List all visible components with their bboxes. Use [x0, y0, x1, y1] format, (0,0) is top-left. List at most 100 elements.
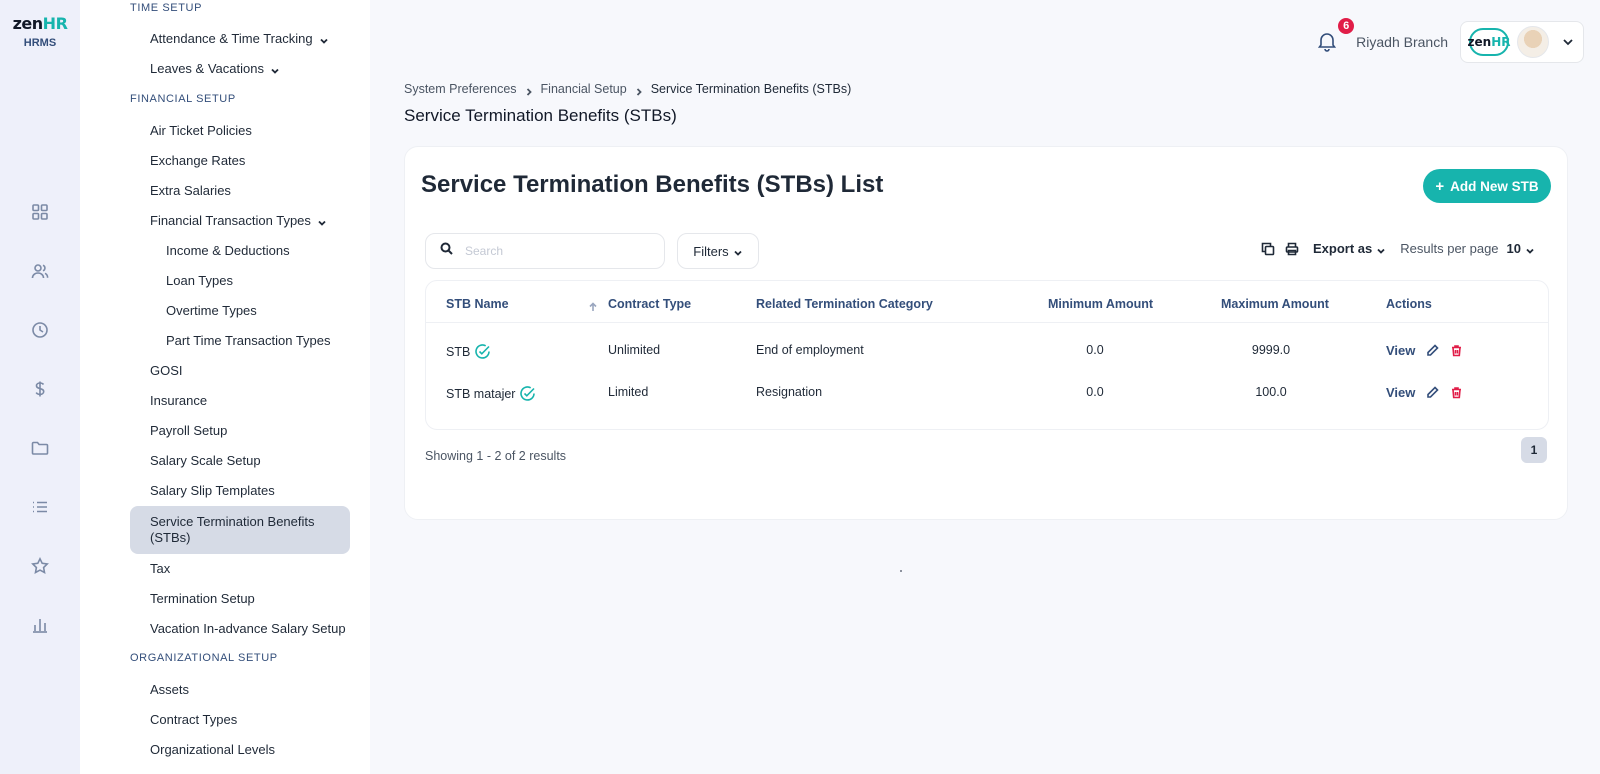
column-header-minimum-amount: Minimum Amount — [1048, 297, 1154, 311]
list-icon[interactable] — [30, 497, 50, 517]
check-circle-icon — [474, 343, 491, 360]
view-link[interactable]: View — [1386, 343, 1415, 358]
cell-maximum-amount: 9999.0 — [1251, 343, 1291, 357]
cell-maximum-amount: 100.0 — [1255, 385, 1287, 399]
notification-bell-icon[interactable]: 6 — [1316, 16, 1357, 54]
avatar — [1517, 26, 1549, 58]
view-link[interactable]: View — [1386, 385, 1415, 400]
cell-minimum-amount: 0.0 — [1086, 343, 1104, 357]
menu-item-insurance[interactable]: Insurance — [150, 393, 207, 408]
users-icon[interactable] — [30, 261, 50, 281]
user-menu[interactable]: zen HR — [1460, 21, 1584, 63]
filters-button[interactable]: Filters — [677, 233, 759, 269]
chevron-down-icon — [1561, 35, 1575, 49]
breadcrumb-current: Service Termination Benefits (STBs) — [650, 82, 852, 96]
menu-item-vacation-advance[interactable]: Vacation In-advance Salary Setup — [150, 621, 346, 636]
branch-selector[interactable]: Riyadh Branch — [1356, 34, 1448, 50]
menu-item-salary-slip[interactable]: Salary Slip Templates — [150, 483, 275, 498]
edit-pencil-icon[interactable] — [1426, 344, 1439, 357]
section-financial-setup: FINANCIAL SETUP — [130, 93, 236, 105]
search-box[interactable] — [425, 233, 665, 269]
page-button-1[interactable]: 1 — [1521, 437, 1547, 463]
table-tools: Export as Results per page 10 — [1261, 241, 1535, 256]
export-dropdown[interactable]: Export as — [1313, 241, 1386, 256]
plus-icon: + — [1435, 177, 1445, 195]
menu-item-part-time[interactable]: Part Time Transaction Types — [166, 333, 331, 348]
menu-item-salary-scale[interactable]: Salary Scale Setup — [150, 453, 261, 468]
menu-item-overtime-types[interactable]: Overtime Types — [166, 303, 257, 318]
breadcrumb: System Preferences Financial Setup Servi… — [404, 82, 851, 96]
chevron-down-icon — [733, 246, 743, 256]
delete-trash-icon[interactable] — [1450, 386, 1463, 399]
menu-item-termination-setup[interactable]: Termination Setup — [150, 591, 255, 606]
star-icon[interactable] — [30, 556, 50, 576]
menu-item-loan-types[interactable]: Loan Types — [166, 273, 233, 288]
column-header-contract-type: Contract Type — [608, 297, 692, 311]
search-input[interactable] — [465, 244, 645, 258]
menu-item-financial-transaction-types[interactable]: Financial Transaction Types — [150, 213, 327, 228]
delete-trash-icon[interactable] — [1450, 344, 1463, 357]
column-header-termination-category: Related Termination Category — [756, 297, 933, 311]
top-header: 6 Riyadh Branch zen HR — [1316, 16, 1584, 63]
chevron-right-icon — [525, 85, 533, 96]
menu-item-income-deductions[interactable]: Income & Deductions — [166, 243, 290, 258]
table-row: STB matajer Limited Resignation 0.0 100.… — [426, 373, 1548, 413]
cell-stb-name: STB matajer — [446, 385, 536, 402]
menu-item-gosi[interactable]: GOSI — [150, 363, 183, 378]
copy-icon[interactable] — [1261, 242, 1275, 256]
page-title: Service Termination Benefits (STBs) — [404, 106, 677, 125]
menu-item-payroll-setup[interactable]: Payroll Setup — [150, 423, 227, 438]
stb-list-card: Service Termination Benefits (STBs) List… — [404, 146, 1568, 520]
section-time-setup: TIME SETUP — [130, 2, 203, 14]
menu-item-air-ticket[interactable]: Air Ticket Policies — [150, 123, 252, 138]
menu-item-tax[interactable]: Tax — [150, 561, 170, 576]
column-header-actions: Actions — [1386, 297, 1432, 311]
chevron-down-icon — [319, 34, 329, 44]
menu-item-exchange-rates[interactable]: Exchange Rates — [150, 153, 245, 168]
edit-pencil-icon[interactable] — [1426, 386, 1439, 399]
results-per-page-label: Results per page — [1400, 241, 1499, 256]
breadcrumb-financial-setup[interactable]: Financial Setup — [541, 82, 627, 96]
company-logo: zen HR — [1468, 28, 1510, 56]
dollar-icon[interactable] — [30, 379, 50, 399]
print-icon[interactable] — [1285, 242, 1299, 256]
icon-rail: zenHR HRMS — [0, 0, 80, 774]
results-summary: Showing 1 - 2 of 2 results — [425, 449, 567, 463]
menu-item-leaves[interactable]: Leaves & Vacations — [150, 61, 280, 76]
notification-badge: 6 — [1336, 16, 1357, 36]
chevron-down-icon — [317, 216, 327, 226]
menu-item-stb-active[interactable]: Service Termination Benefits (STBs) — [130, 506, 350, 554]
cell-termination-category: End of employment — [756, 343, 864, 357]
zenhr-logo[interactable]: zenHR HRMS — [10, 14, 70, 49]
menu-item-org-levels[interactable]: Organizational Levels — [150, 742, 275, 757]
column-header-maximum-amount: Maximum Amount — [1221, 297, 1329, 311]
search-icon — [440, 242, 453, 260]
sort-arrow-up-icon[interactable] — [588, 299, 598, 311]
menu-item-extra-salaries[interactable]: Extra Salaries — [150, 183, 231, 198]
section-org-setup: ORGANIZATIONAL SETUP — [130, 652, 278, 664]
clock-icon[interactable] — [30, 320, 50, 340]
cell-termination-category: Resignation — [756, 385, 823, 399]
cell-stb-name: STB — [446, 343, 491, 360]
menu-item-attendance[interactable]: Attendance & Time Tracking — [150, 31, 329, 46]
results-per-page-select[interactable]: 10 — [1507, 241, 1535, 256]
check-circle-icon — [519, 385, 536, 402]
folder-icon[interactable] — [30, 438, 50, 458]
column-header-stb-name[interactable]: STB Name — [446, 297, 509, 311]
add-new-stb-button[interactable]: + Add New STB — [1423, 169, 1551, 203]
stray-dot — [900, 570, 902, 572]
bar-chart-icon[interactable] — [30, 615, 50, 635]
card-title: Service Termination Benefits (STBs) List — [421, 171, 884, 198]
cell-contract-type: Limited — [608, 385, 649, 399]
breadcrumb-system-preferences[interactable]: System Preferences — [404, 82, 517, 96]
chevron-right-icon — [635, 85, 643, 96]
cell-contract-type: Unlimited — [608, 343, 661, 357]
grid-icon[interactable] — [30, 202, 50, 222]
table-row: STB Unlimited End of employment 0.0 9999… — [426, 331, 1548, 371]
chevron-down-icon — [1525, 244, 1535, 254]
header-divider — [426, 322, 1548, 323]
menu-item-contract-types[interactable]: Contract Types — [150, 712, 237, 727]
menu-item-assets[interactable]: Assets — [150, 682, 189, 697]
cell-minimum-amount: 0.0 — [1086, 385, 1104, 399]
chevron-down-icon — [1376, 244, 1386, 254]
